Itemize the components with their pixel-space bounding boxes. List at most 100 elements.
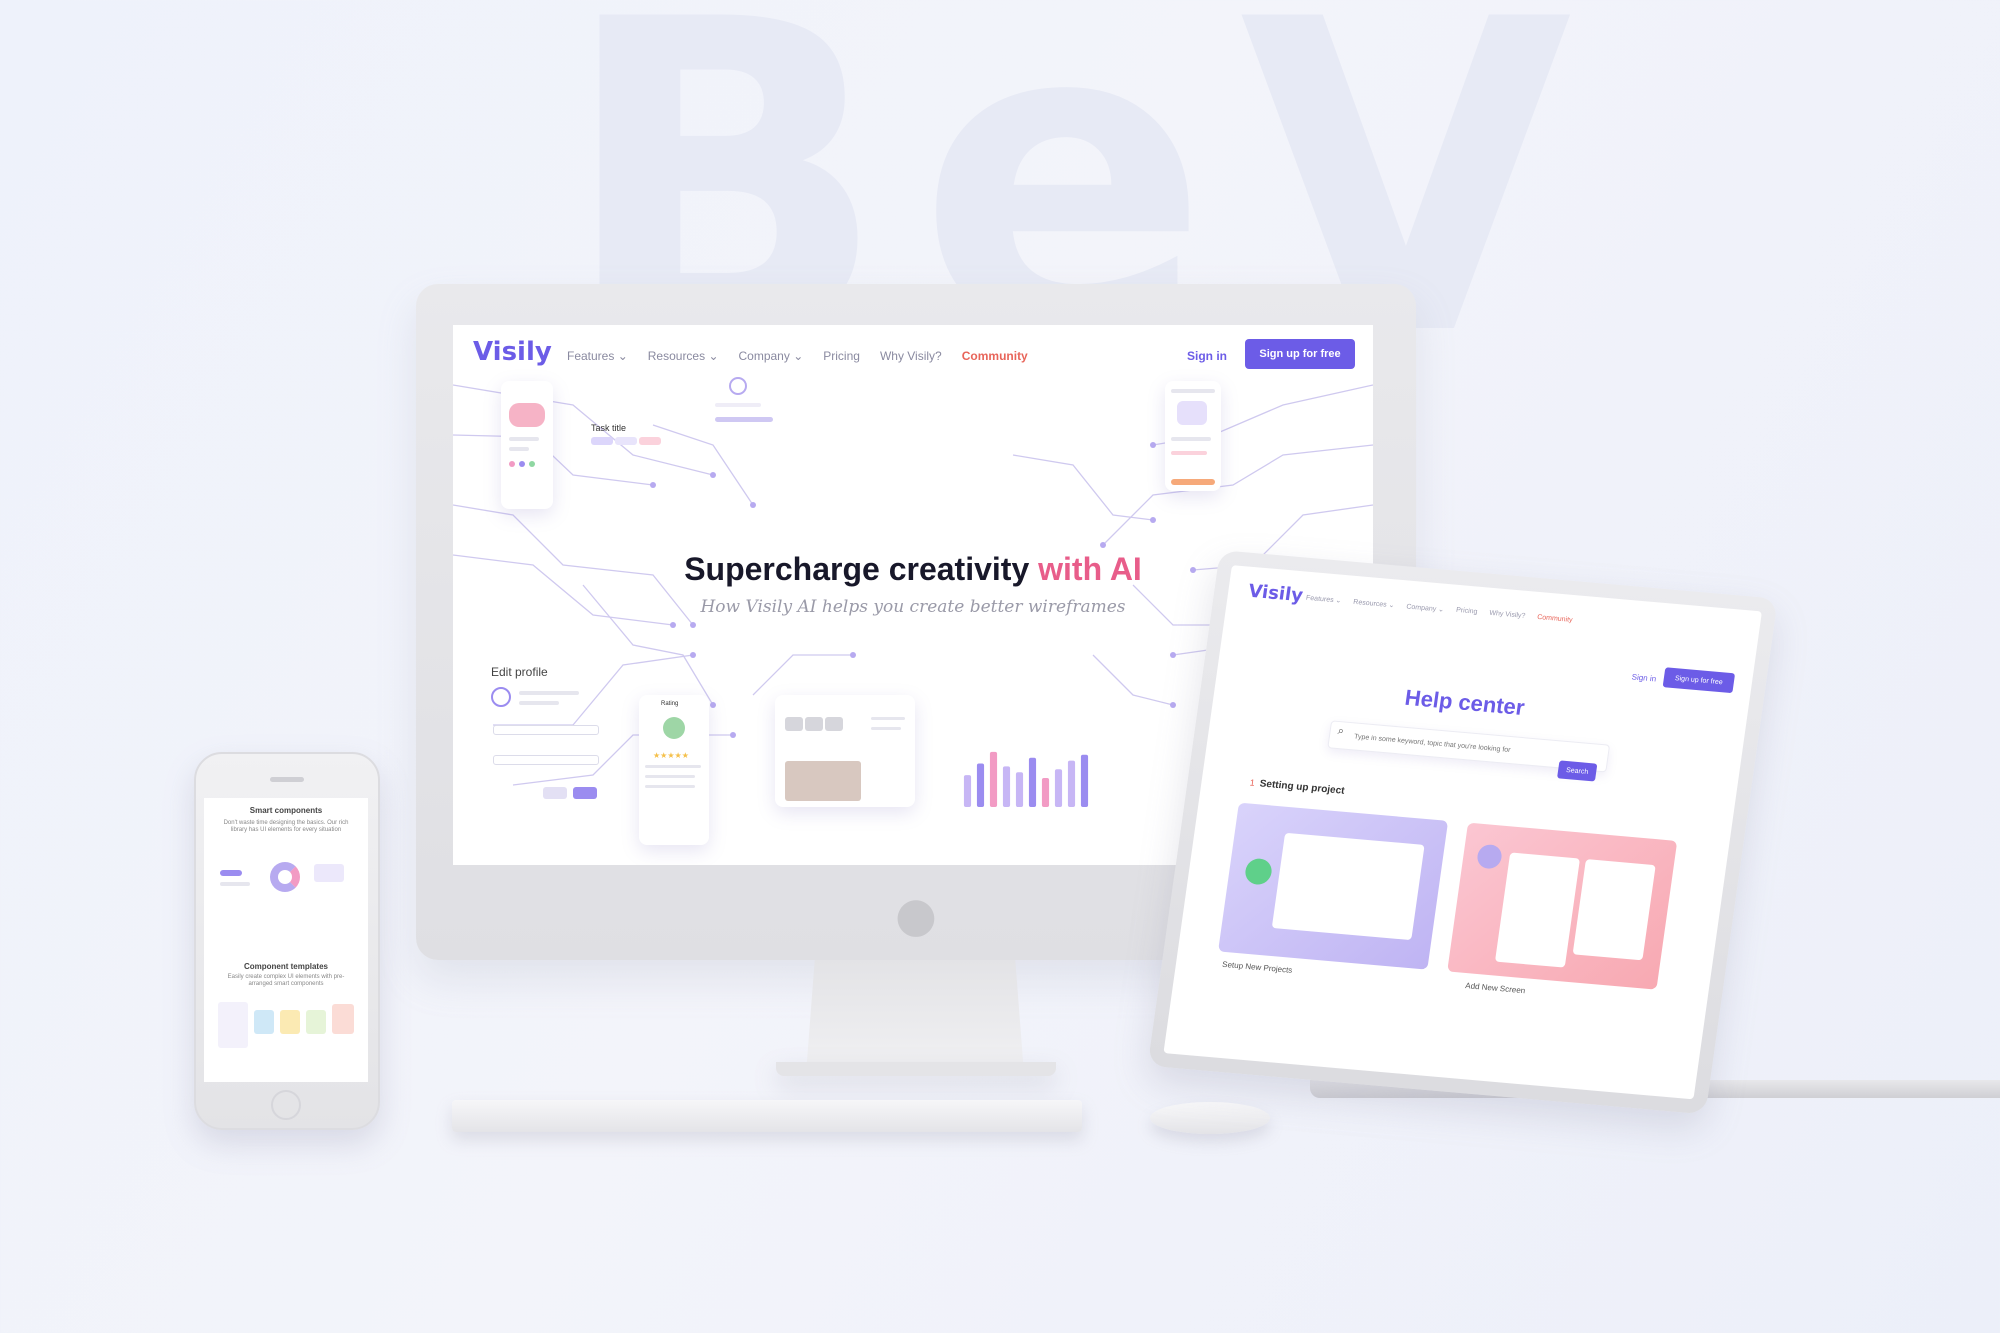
laptop-sign-up-button[interactable]: Sign up for free — [1662, 667, 1736, 694]
rating-label: Rating — [661, 701, 679, 707]
template-thumb — [280, 1010, 300, 1034]
profile-save — [573, 787, 597, 799]
section-number: 1 — [1249, 777, 1256, 788]
visily-logo[interactable]: Visily — [473, 337, 552, 367]
add-screen-label: Add New Screen — [1464, 981, 1526, 996]
rating-avatar — [663, 717, 685, 739]
laptop-nav-resources[interactable]: Resources ⌄ — [1353, 598, 1395, 610]
apple-logo-icon: ● — [895, 887, 937, 943]
laptop-nav-features[interactable]: Features ⌄ — [1306, 594, 1342, 605]
component-chip — [220, 870, 242, 876]
screen-illustration — [1572, 859, 1656, 961]
chart-bar — [989, 751, 998, 807]
nav-why-visily[interactable]: Why Visily? — [880, 349, 942, 363]
hero-title-main: Supercharge creativity — [684, 551, 1039, 587]
placeholder-bar — [1171, 437, 1211, 441]
component-chip — [220, 882, 250, 886]
section-title: Setting up project — [1258, 778, 1346, 797]
laptop-nav-community[interactable]: Community — [1537, 614, 1573, 625]
chart-bar — [963, 775, 972, 807]
profile-field — [493, 725, 599, 735]
task-tag — [591, 437, 613, 445]
nav-pricing[interactable]: Pricing — [823, 349, 860, 363]
phone-home-button[interactable] — [271, 1090, 301, 1120]
profile-cancel — [543, 787, 567, 799]
imac-stand-base — [776, 1062, 1056, 1076]
color-dot — [519, 461, 525, 467]
nav-company[interactable]: Company ⌄ — [739, 349, 804, 363]
placeholder-bar — [645, 765, 701, 768]
color-dot — [529, 461, 535, 467]
template-thumb — [254, 1010, 274, 1034]
project-screen-illustration — [1271, 832, 1425, 941]
video-thumb — [825, 717, 843, 731]
chart-bar — [976, 763, 985, 807]
placeholder-bar — [1171, 451, 1207, 455]
laptop-nav-company[interactable]: Company ⌄ — [1406, 602, 1445, 613]
nav-features[interactable]: Features ⌄ — [567, 349, 628, 363]
task-title-label: Task title — [591, 423, 627, 433]
phone-screen: Smart components Don't waste time design… — [204, 798, 368, 1082]
chart-bar — [1067, 760, 1076, 807]
placeholder-bar — [519, 691, 579, 695]
laptop-nav-menu: Features ⌄ Resources ⌄ Company ⌄ Pricing… — [1306, 594, 1573, 625]
video-thumb — [805, 717, 823, 731]
placeholder-bar — [509, 447, 529, 451]
laptop-sign-in-link[interactable]: Sign in — [1631, 672, 1657, 683]
bar-chart-decoration — [963, 751, 1089, 807]
component-chip — [314, 864, 344, 882]
imac-stand — [806, 960, 1024, 1074]
template-thumb — [332, 1004, 354, 1034]
placeholder-bar — [645, 775, 695, 778]
profile-field — [493, 755, 599, 765]
mobile-mockup-food — [501, 381, 553, 509]
chart-bar — [1028, 757, 1037, 807]
keyboard — [452, 1100, 1082, 1132]
help-search-button[interactable]: Search — [1557, 760, 1598, 782]
placeholder-bar — [519, 701, 559, 705]
placeholder-bar — [509, 437, 539, 441]
task-tag — [639, 437, 661, 445]
help-center-title: Help center — [1403, 684, 1527, 721]
laptop-visily-logo[interactable]: Visily — [1247, 581, 1304, 607]
sign-up-button[interactable]: Sign up for free — [1245, 339, 1355, 369]
placeholder-bar — [715, 417, 773, 422]
nav-resources[interactable]: Resources ⌄ — [648, 349, 719, 363]
template-thumb — [218, 1002, 248, 1048]
chart-bar — [1054, 769, 1063, 807]
smart-components-title: Smart components — [249, 806, 323, 815]
mouse — [1150, 1102, 1270, 1134]
template-thumb — [306, 1010, 326, 1034]
laptop-lid: Visily Features ⌄ Resources ⌄ Company ⌄ … — [1147, 550, 1778, 1115]
avatar-icon — [729, 377, 747, 395]
nav-community[interactable]: Community — [962, 349, 1028, 363]
chart-bar — [1002, 766, 1011, 807]
pricing-mockup — [1165, 381, 1221, 491]
chart-bar — [1041, 778, 1050, 807]
chart-bar — [1015, 772, 1024, 807]
desktop-nav-menu: Features ⌄ Resources ⌄ Company ⌄ Pricing… — [567, 349, 1028, 363]
rating-mockup: Rating ★★★★★ — [639, 695, 709, 845]
sign-in-link[interactable]: Sign in — [1187, 349, 1227, 363]
setup-projects-label: Setup New Projects — [1221, 959, 1293, 975]
placeholder-bar — [645, 785, 695, 788]
video-call-mockup — [775, 695, 915, 807]
profile-avatar-icon — [491, 687, 511, 707]
desktop-navbar: Visily Features ⌄ Resources ⌄ Company ⌄ … — [453, 325, 1373, 385]
pricing-cta — [1171, 479, 1215, 485]
color-dot — [509, 461, 515, 467]
illustration — [1177, 401, 1207, 425]
hero-title-accent: with AI — [1038, 551, 1142, 587]
smart-components-text: Don't waste time designing the basics. O… — [223, 820, 349, 833]
task-tag — [615, 437, 637, 445]
laptop-nav-pricing[interactable]: Pricing — [1455, 607, 1478, 617]
video-frame — [785, 761, 861, 801]
laptop-nav-why-visily[interactable]: Why Visily? — [1489, 610, 1526, 621]
food-image — [509, 403, 545, 427]
rating-stars: ★★★★★ — [653, 751, 689, 760]
placeholder-bar — [871, 717, 905, 720]
laptop-screen: Visily Features ⌄ Resources ⌄ Company ⌄ … — [1163, 565, 1762, 1100]
edit-profile-label: Edit profile — [491, 665, 548, 679]
video-thumb — [785, 717, 803, 731]
component-templates-title: Component templates — [243, 962, 328, 971]
